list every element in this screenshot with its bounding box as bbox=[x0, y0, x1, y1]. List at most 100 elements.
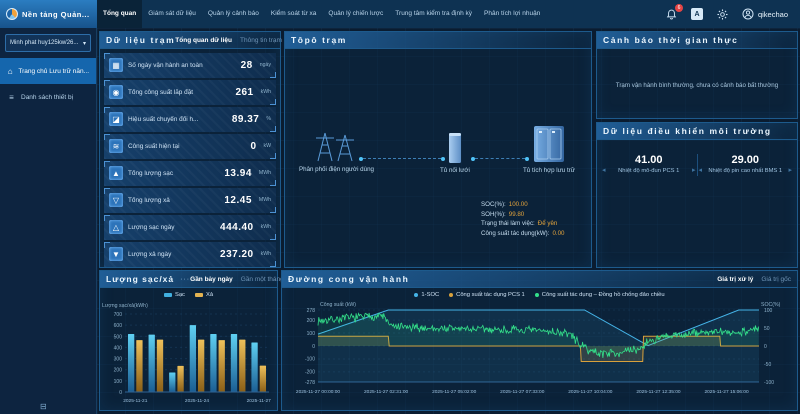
topology-node-grid-cabinet[interactable]: Tủ nối lưới bbox=[440, 132, 470, 174]
sidebar-item[interactable]: ≡ Danh sách thiết bị bbox=[0, 84, 96, 110]
language-icon[interactable]: A bbox=[691, 8, 703, 20]
panel-tab[interactable]: Tổng quan dữ liệu bbox=[175, 37, 232, 44]
notification-badge: 6 bbox=[675, 4, 683, 12]
svg-text:2025-11-21: 2025-11-21 bbox=[123, 398, 148, 404]
curve-line-chart: 2782001000-100-200-278100500-50-1002025-… bbox=[282, 300, 793, 404]
legend-swatch-icon bbox=[164, 293, 172, 297]
storage-info-value: 99.80 bbox=[509, 211, 524, 218]
environment-title: Dữ liệu điều khiển môi trường bbox=[603, 126, 772, 136]
nav-item[interactable]: Giám sát dữ liệu bbox=[142, 0, 202, 28]
storage-info-row: Trạng thái làm việc:Để yên bbox=[481, 220, 564, 227]
metric-label: Lượng xả ngày bbox=[128, 251, 215, 258]
metric-value: 12.45 bbox=[224, 195, 252, 206]
nav-menu: Tổng quanGiám sát dữ liệuQuản lý cảnh bá… bbox=[97, 0, 546, 28]
topology-title: Tôpô trạm bbox=[291, 35, 347, 45]
legend-label: Xả bbox=[206, 292, 213, 298]
svg-text:0: 0 bbox=[764, 344, 767, 350]
chevron-down-icon: ▾ bbox=[83, 40, 86, 47]
panel-tab[interactable]: Giá trị gốc bbox=[761, 276, 791, 283]
main-content: Dữ liệu trạm Tổng quan dữ liệu Thông tin … bbox=[97, 28, 800, 414]
charge-panel-tabs: Gần bảy ngày Gần một tháng bbox=[190, 276, 284, 283]
station-data-tabs: Tổng quan dữ liệu Thông tin trạm bbox=[175, 37, 282, 44]
sidebar-item-label: Trang chủ Lưu trữ năn... bbox=[18, 68, 89, 75]
device-list-icon: ≡ bbox=[7, 93, 16, 102]
metric-unit: kWh bbox=[261, 251, 271, 257]
metric-row: ▽ Tổng lượng xả 12.45 MWh bbox=[104, 188, 276, 213]
metric-label: Tổng lượng sạc bbox=[128, 170, 219, 177]
svg-text:278: 278 bbox=[307, 308, 316, 314]
charge-discharge-panel: Lượng sạc/xả ··· Gần bảy ngàyGần một thá… bbox=[99, 270, 278, 411]
storage-info-value: 100.00 bbox=[509, 201, 528, 208]
sidebar-collapse-icon[interactable]: ⊟ bbox=[40, 402, 47, 411]
metric-unit: kW bbox=[264, 143, 272, 149]
efficiency-icon: ◪ bbox=[109, 112, 123, 126]
notifications-bell-icon[interactable]: 6 bbox=[665, 8, 678, 21]
legend-item[interactable]: Sạc bbox=[164, 292, 185, 298]
metric-label: Số ngày vận hành an toàn bbox=[128, 62, 236, 69]
environment-stat-label: Nhiệt độ pin cao nhất BMS 1 bbox=[708, 168, 784, 176]
svg-text:Công suất (kW): Công suất (kW) bbox=[320, 302, 356, 308]
metric-value: 13.94 bbox=[224, 168, 252, 179]
station-selector-dropdown[interactable]: Minh phat huy125kw/26... ▾ bbox=[5, 34, 91, 52]
svg-text:2025-11-27 12:35:00: 2025-11-27 12:35:00 bbox=[636, 389, 681, 395]
charge-icon: ▲ bbox=[109, 166, 123, 180]
topology-connector bbox=[363, 158, 441, 159]
legend-item[interactable]: Công suất tác dụng PCS 1 bbox=[449, 292, 525, 298]
carousel-left-icon[interactable]: ◂ bbox=[602, 166, 606, 174]
settings-gear-icon[interactable] bbox=[716, 8, 729, 21]
carousel-left-icon[interactable]: ◂ bbox=[699, 166, 703, 174]
metric-value: 444.40 bbox=[220, 222, 254, 233]
environment-panel: Dữ liệu điều khiển môi trường ◂ 41.00 Nh… bbox=[596, 122, 798, 268]
svg-text:2025-11-27 15:06:00: 2025-11-27 15:06:00 bbox=[704, 389, 749, 395]
metric-row: △ Lượng sạc ngày 444.40 kWh bbox=[104, 215, 276, 240]
metric-row: ▦ Số ngày vận hành an toàn 28 ngày bbox=[104, 53, 276, 78]
panel-tab[interactable]: Thông tin trạm bbox=[240, 37, 282, 44]
svg-text:Lượng sạc/xả(kWh): Lượng sạc/xả(kWh) bbox=[102, 303, 148, 309]
nav-item[interactable]: Tổng quan bbox=[97, 0, 142, 28]
carousel-right-icon[interactable]: ▸ bbox=[788, 166, 792, 174]
legend-dot-icon bbox=[535, 293, 539, 297]
legend-dot-icon bbox=[414, 293, 418, 297]
svg-text:2025-11-24: 2025-11-24 bbox=[185, 398, 210, 404]
charge-panel-title: Lượng sạc/xả bbox=[106, 274, 174, 284]
svg-text:SOC(%): SOC(%) bbox=[761, 302, 781, 308]
metric-row: ◉ Tổng công suất lắp đặt 261 kWh bbox=[104, 80, 276, 105]
user-menu[interactable]: qikechao bbox=[742, 8, 788, 20]
legend-item[interactable]: 1-SOC bbox=[414, 292, 439, 298]
panel-tab[interactable]: Gần một tháng bbox=[241, 276, 284, 283]
nav-item[interactable]: Quản lý cảnh báo bbox=[202, 0, 265, 28]
panel-tab[interactable]: Gần bảy ngày bbox=[190, 276, 233, 283]
svg-text:0: 0 bbox=[312, 344, 315, 350]
svg-text:-100: -100 bbox=[305, 357, 315, 363]
metric-row: ≋ Công suất hiện tại 0 kW bbox=[104, 134, 276, 159]
panel-tab[interactable]: Giá trị xử lý bbox=[717, 276, 753, 283]
svg-text:2025-11-27 02:31:00: 2025-11-27 02:31:00 bbox=[364, 389, 409, 395]
nav-item[interactable]: Trung tâm kiểm tra định kỳ bbox=[389, 0, 478, 28]
legend-label: Công suất tác dụng – Đồng hồ chống đảo c… bbox=[542, 292, 665, 298]
metric-unit: kWh bbox=[261, 224, 271, 230]
curve-panel-tabs: Giá trị xử lý Giá trị gốc bbox=[717, 276, 791, 283]
nav-item[interactable]: Quản lý chiến lược bbox=[322, 0, 389, 28]
nav-item[interactable]: Phân tích lợi nhuận bbox=[478, 0, 546, 28]
nav-item[interactable]: Kiểm soát từ xa bbox=[265, 0, 323, 28]
daily-charge-icon: △ bbox=[109, 220, 123, 234]
realtime-alarm-panel: Cảnh báo thời gian thực Trạm vận hành bì… bbox=[596, 31, 798, 119]
storage-info-label: SOH(%): bbox=[481, 211, 506, 218]
svg-text:2025-11-27: 2025-11-27 bbox=[247, 398, 272, 404]
topology-node-label: Tủ nối lưới bbox=[440, 167, 470, 174]
home-icon: ⌂ bbox=[7, 67, 13, 76]
topology-node-storage-cabinet[interactable]: Tủ tích hợp lưu trữ bbox=[523, 124, 575, 174]
carousel-right-icon[interactable]: ▸ bbox=[692, 166, 696, 174]
legend-item[interactable]: Công suất tác dụng – Đồng hồ chống đảo c… bbox=[535, 292, 665, 298]
navbar-actions: 6 A qikechao bbox=[665, 8, 800, 21]
storage-info-label: Công suất tác dụng(kW): bbox=[481, 230, 549, 237]
metric-row: ▼ Lượng xả ngày 237.20 kWh bbox=[104, 242, 276, 267]
more-icon[interactable]: ··· bbox=[180, 276, 190, 283]
topology-node-user-grid[interactable]: Phân phối điện người dùng bbox=[299, 129, 374, 173]
legend-item[interactable]: Xả bbox=[195, 292, 213, 298]
station-data-title: Dữ liệu trạm bbox=[106, 35, 175, 45]
svg-text:2025-11-27 05:02:00: 2025-11-27 05:02:00 bbox=[432, 389, 477, 395]
metric-value: 0 bbox=[250, 141, 256, 152]
legend-swatch-icon bbox=[195, 293, 203, 297]
sidebar-item[interactable]: ⌂ Trang chủ Lưu trữ năn... bbox=[0, 58, 96, 84]
